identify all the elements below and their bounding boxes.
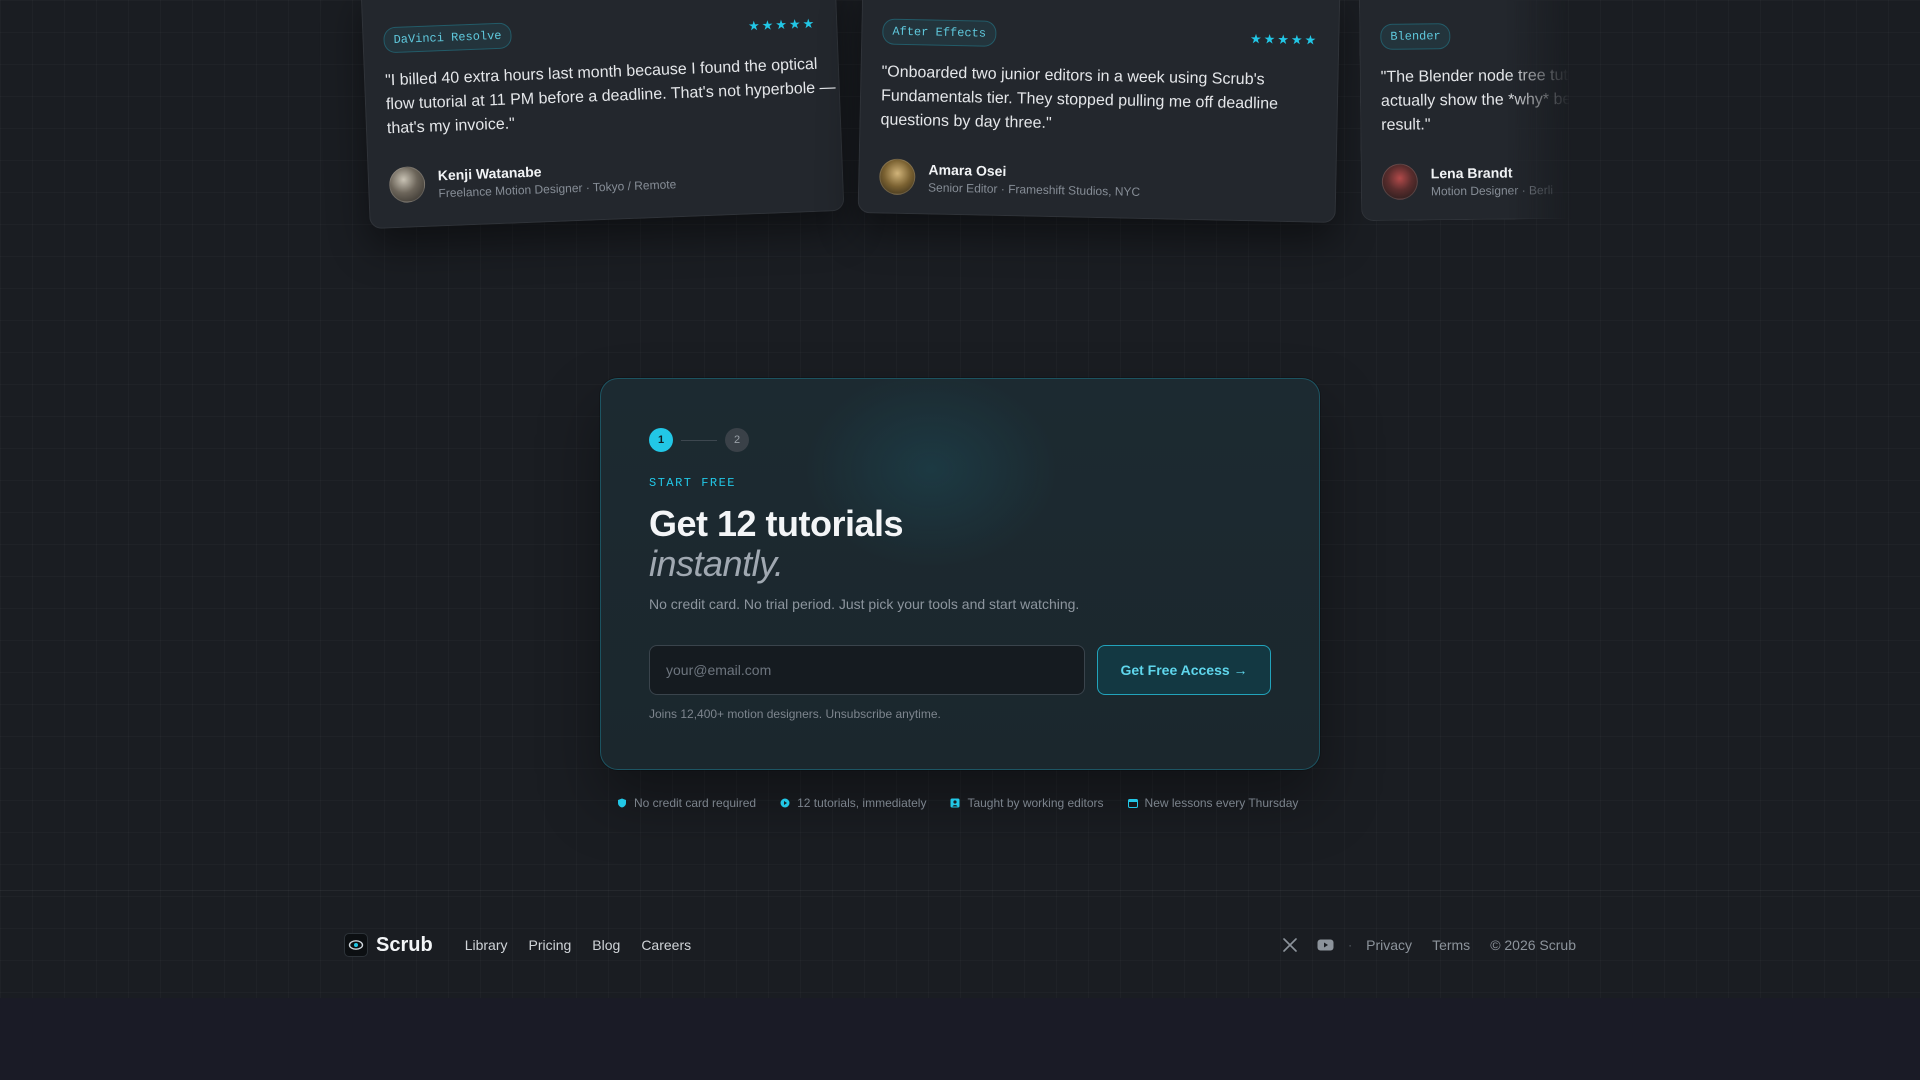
testimonial-card: After Effects ★★★★★ "Onboarded two junio… [857,0,1341,223]
footer-link-privacy[interactable]: Privacy [1366,937,1412,953]
quote-line: actually show the *why* be [1380,90,1572,110]
testimonial-author: Amara Osei Senior Editor · Frameshift St… [878,158,1316,203]
footer-link-terms[interactable]: Terms [1432,937,1470,953]
testimonial-card: Blender "The Blender node tree tuto actu… [1358,0,1572,222]
trust-item: New lessons every Thursday [1127,796,1299,810]
author-role: Motion Designer · Berli [1430,182,1554,198]
trust-label: New lessons every Thursday [1144,796,1299,810]
testimonial-author: Lena Brandt Motion Designer · Berli [1381,162,1554,200]
author-name: Lena Brandt [1430,164,1513,181]
testimonial-author: Kenji Watanabe Freelance Motion Designer… [388,151,822,204]
author-name: Amara Osei [928,160,1007,179]
signup-card: 1 2 START FREE Get 12 tutorials instantl… [600,378,1320,770]
footer-link-careers[interactable]: Careers [641,937,691,953]
email-field[interactable] [649,645,1085,695]
avatar [1381,163,1419,200]
brand-link[interactable]: Scrub [344,933,433,957]
page-bottom-band [0,998,1920,1080]
trust-badges: No credit card required 12 tutorials, im… [617,795,1298,811]
testimonial-card: DaVinci Resolve ★★★★★ "I billed 40 extra… [360,0,845,230]
trust-item: Taught by working editors [950,796,1104,810]
calendar-icon [1127,798,1138,808]
testimonials-strip: DaVinci Resolve ★★★★★ "I billed 40 extra… [0,0,1920,240]
headline: Get 12 tutorials [649,503,904,544]
trust-label: No credit card required [634,796,757,810]
x-twitter-icon[interactable] [1283,938,1297,952]
trust-item: 12 tutorials, immediately [780,796,926,810]
footer-separator: · [1348,938,1353,952]
brand-name: Scrub [376,933,433,956]
avatar [388,165,426,204]
quote-line: "The Blender node tree tuto [1380,66,1572,86]
tool-tag: DaVinci Resolve [383,22,513,54]
headline-italic: instantly. [649,543,784,584]
tool-tag: After Effects [882,18,997,47]
signup-form: Get Free Access → [649,645,1271,695]
footer-link-library[interactable]: Library [465,937,508,953]
star-rating: ★★★★★ [747,15,817,34]
step-connector [681,439,717,441]
quote-line: result." [1381,116,1431,134]
tool-tag: Blender [1380,23,1451,50]
signup-subtext: No credit card. No trial period. Just pi… [649,596,1080,612]
copyright: © 2026 Scrub [1490,937,1576,953]
footer-divider [0,890,1920,891]
person-badge-icon [950,798,960,808]
footer-link-blog[interactable]: Blog [592,937,620,953]
trust-label: Taught by working editors [967,796,1104,810]
shield-icon [617,798,627,808]
scrub-logo-icon [344,933,368,957]
star-rating: ★★★★★ [1249,31,1319,48]
trust-item: No credit card required [617,796,756,810]
eyebrow-label: START FREE [649,476,737,490]
testimonial-quote: "The Blender node tree tuto actually sho… [1380,64,1572,138]
testimonial-quote: "I billed 40 extra hours last month beca… [385,53,836,142]
author-role: Senior Editor · Frameshift Studios, NYC [927,179,1141,199]
step-2: 2 [725,428,749,452]
trust-label: 12 tutorials, immediately [797,796,927,810]
avatar [878,158,916,196]
testimonial-quote: "Onboarded two junior editors in a week … [880,60,1317,141]
signup-fineprint: Joins 12,400+ motion designers. Unsubscr… [649,707,941,721]
footer-link-pricing[interactable]: Pricing [528,937,571,953]
step-1: 1 [649,428,673,452]
play-circle-icon [780,798,790,808]
step-indicator: 1 2 [649,428,1271,452]
footer: Scrub Library Pricing Blog Careers · Pri… [344,928,1576,962]
youtube-icon[interactable] [1317,939,1334,951]
get-free-access-button[interactable]: Get Free Access → [1097,645,1271,695]
